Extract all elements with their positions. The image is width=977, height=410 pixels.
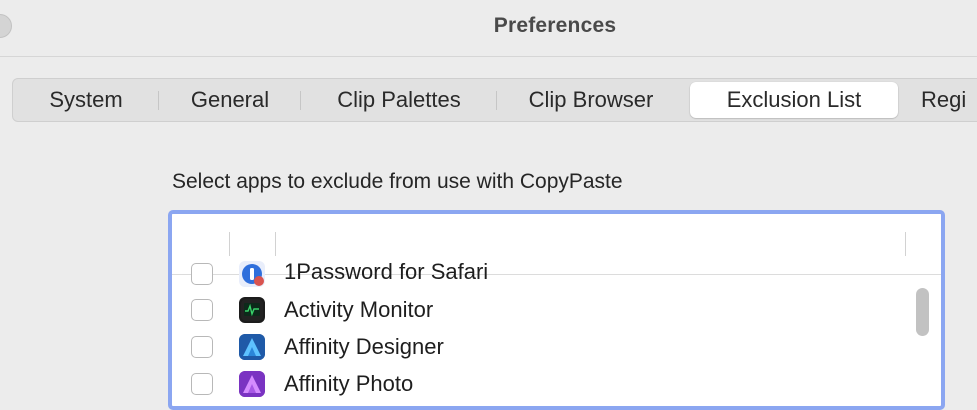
column-divider[interactable] xyxy=(229,232,230,256)
exclude-checkbox[interactable] xyxy=(191,335,213,358)
list-scrollbar-thumb[interactable] xyxy=(916,288,929,336)
exclude-checkbox[interactable] xyxy=(191,263,213,285)
tab-general[interactable]: General xyxy=(159,82,301,118)
tab-clip-palettes[interactable]: Clip Palettes xyxy=(301,82,497,118)
window-title: Preferences xyxy=(493,14,617,37)
app-name: Affinity Photo xyxy=(284,370,414,396)
excluded-apps-list[interactable]: 1Password for Safari Activity Monitor Af… xyxy=(168,210,945,410)
tab-clip-browser[interactable]: Clip Browser xyxy=(497,82,685,118)
tab-system[interactable]: System xyxy=(13,82,159,118)
exclusion-instructions: Select apps to exclude from use with Cop… xyxy=(172,170,623,193)
list-item[interactable]: Activity Monitor xyxy=(172,291,941,328)
affinity-designer-icon xyxy=(239,333,265,360)
1password-icon xyxy=(239,261,265,287)
list-item[interactable]: Affinity Photo xyxy=(172,365,941,402)
tab-exclusion-list[interactable]: Exclusion List xyxy=(690,82,898,118)
app-name: Activity Monitor xyxy=(284,296,434,322)
app-rows: 1Password for Safari Activity Monitor Af… xyxy=(172,259,941,402)
column-divider[interactable] xyxy=(905,232,906,256)
exclude-checkbox[interactable] xyxy=(191,372,213,395)
preferences-tab-bar: System General Clip Palettes Clip Browse… xyxy=(12,78,977,122)
app-name: 1Password for Safari xyxy=(284,259,489,284)
exclude-checkbox[interactable] xyxy=(191,298,213,321)
activity-monitor-icon xyxy=(239,296,265,323)
column-divider[interactable] xyxy=(275,232,276,256)
list-item[interactable]: 1Password for Safari xyxy=(172,259,941,291)
list-item[interactable]: Affinity Designer xyxy=(172,328,941,365)
app-name: Affinity Designer xyxy=(284,333,444,359)
window-titlebar: Preferences xyxy=(0,0,977,57)
tab-registration[interactable]: Regi xyxy=(903,82,977,118)
affinity-photo-icon xyxy=(239,370,265,397)
